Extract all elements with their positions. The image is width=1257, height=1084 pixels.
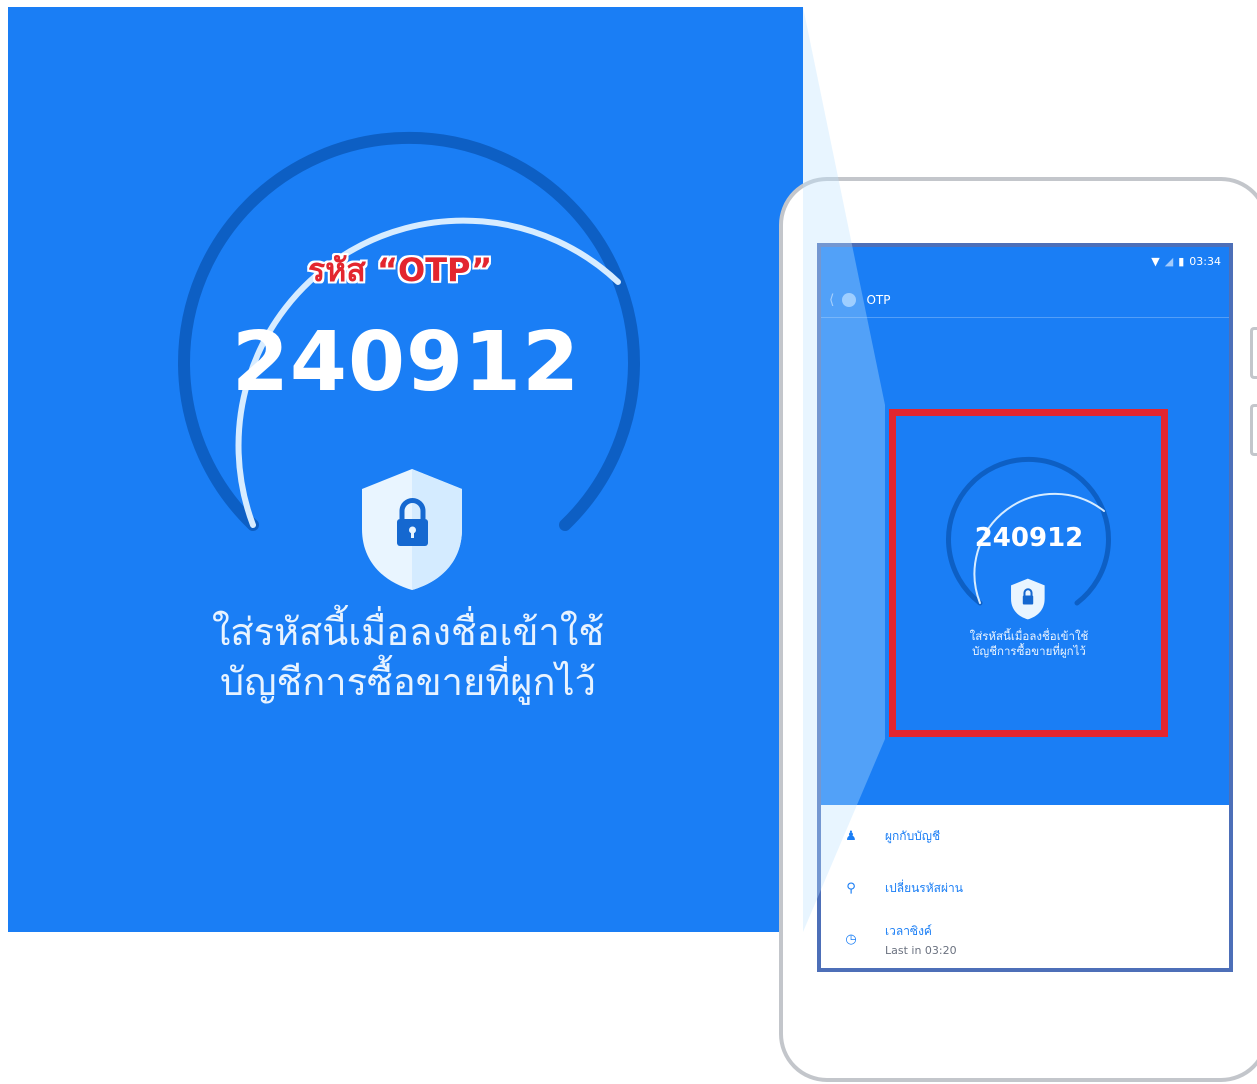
- menu-item-label: ผูกกับบัญชี: [885, 828, 941, 843]
- zoom-desc-line1: ใส่รหัสนี้เมื่อลงชื่อเข้าใช้: [211, 610, 605, 654]
- otp-desc-line1: ใส่รหัสนี้เมื่อลงชื่อเข้าใช้: [969, 629, 1089, 643]
- user-link-icon: ♟: [845, 828, 857, 844]
- otp-code: 240912: [974, 523, 1084, 553]
- last-sync-text: Last in 03:20: [885, 943, 957, 957]
- settings-menu: ♟ ผูกกับบัญชี ⚲ เปลี่ยนรหัสผ่าน ◷ เวลาซิ…: [821, 805, 1229, 968]
- otp-description: ใส่รหัสนี้เมื่อลงชื่อเข้าใช้ บัญชีการซื้…: [821, 629, 1229, 659]
- otp-description-zoomed: ใส่รหัสนี้เมื่อลงชื่อเข้าใช้ บัญชีการซื้…: [8, 607, 803, 707]
- zoom-panel: รหัส “OTP” 240912 ใส่รหัสนี้เมื่อลงชื่อเ…: [8, 7, 803, 932]
- menu-item-sync-time[interactable]: ◷ เวลาซิงค์ Last in 03:20: [821, 909, 1229, 968]
- zoom-desc-line2: บัญชีการซื้อขายที่ผูกไว้: [219, 660, 596, 704]
- shield-lock-icon: [362, 469, 462, 590]
- menu-item-link-account[interactable]: ♟ ผูกกับบัญชี: [821, 805, 1229, 867]
- shield-lock-icon-small: [1011, 578, 1045, 620]
- otp-callout-label: รหัส “OTP”: [308, 251, 493, 289]
- volume-up-button: [1250, 327, 1257, 379]
- menu-item-change-password[interactable]: ⚲ เปลี่ยนรหัสผ่าน: [821, 867, 1229, 909]
- menu-item-label: เวลาซิงค์: [885, 923, 932, 938]
- phone-screen: ▼ ◢ ▮ 03:34 ⟨ OTP 240912 ใส่รหัสนี้เมื่อ…: [817, 243, 1233, 972]
- timer-icon: ◷: [845, 931, 857, 947]
- volume-down-button: [1250, 404, 1257, 456]
- menu-item-label: เปลี่ยนรหัสผ่าน: [885, 880, 963, 895]
- otp-desc-line2: บัญชีการซื้อขายที่ผูกไว้: [972, 644, 1086, 658]
- otp-code-zoomed: 240912: [231, 315, 581, 410]
- otp-highlight-box: [889, 409, 1168, 737]
- key-icon: ⚲: [846, 880, 856, 896]
